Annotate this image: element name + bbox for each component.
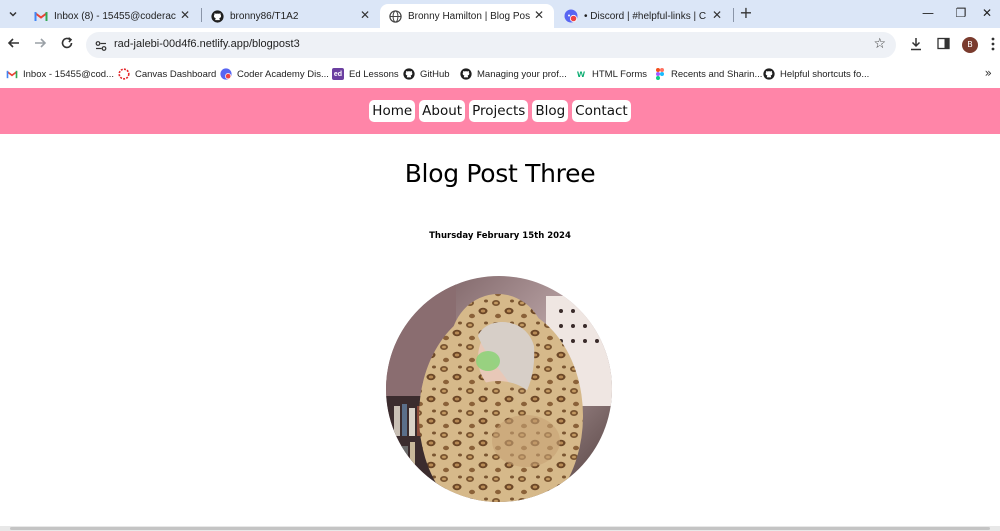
- browser-menu-button[interactable]: [988, 37, 998, 53]
- nav-link-blog[interactable]: Blog: [532, 100, 569, 122]
- bookmark-item[interactable]: ed Ed Lessons: [332, 66, 399, 82]
- bookmark-label: Canvas Dashboard: [135, 68, 217, 80]
- reload-button[interactable]: [58, 36, 76, 54]
- bookmark-item[interactable]: Recents and Sharin...: [654, 66, 762, 82]
- bookmark-label: Managing your prof...: [477, 68, 567, 80]
- url-text: rad-jalebi-00d4f6.netlify.app/blogpost3: [114, 38, 300, 50]
- browser-toolbar: rad-jalebi-00d4f6.netlify.app/blogpost3 …: [0, 28, 1000, 62]
- canvas-icon: [118, 68, 130, 80]
- back-button[interactable]: [5, 36, 23, 54]
- chevron-down-icon: [9, 11, 17, 17]
- bookmark-item[interactable]: Canvas Dashboard: [118, 66, 216, 82]
- github-icon: [403, 68, 415, 80]
- close-icon[interactable]: ✕: [532, 8, 546, 22]
- site-settings-icon[interactable]: [94, 38, 108, 52]
- github-icon: [210, 9, 224, 23]
- tab-gmail[interactable]: Inbox (8) - 15455@coderacade ✕: [26, 4, 200, 28]
- bookmark-label: Inbox - 15455@cod...: [23, 68, 114, 80]
- discord-icon: [220, 68, 232, 80]
- reload-icon: [61, 37, 73, 49]
- new-tab-button[interactable]: +: [738, 5, 754, 21]
- bookmark-item[interactable]: Helpful shortcuts fo...: [763, 66, 869, 82]
- post-photo: [386, 276, 612, 502]
- downloads-button[interactable]: [908, 37, 924, 53]
- bookmark-item[interactable]: Managing your prof...: [460, 66, 567, 82]
- nav-link-contact[interactable]: Contact: [572, 100, 631, 122]
- bookmarks-overflow-button[interactable]: »: [985, 66, 992, 80]
- profile-avatar[interactable]: B: [962, 37, 978, 53]
- tab-github[interactable]: bronny86/T1A2 ✕: [202, 4, 380, 28]
- bookmark-label: Recents and Sharin...: [671, 68, 763, 80]
- tab-title: bronny86/T1A2: [230, 10, 299, 22]
- more-vertical-icon: [991, 37, 995, 51]
- post-date: Thursday February 15th 2024: [429, 231, 571, 241]
- gmail-icon: [6, 68, 18, 80]
- browser-tab-strip: Inbox (8) - 15455@coderacade ✕ bronny86/…: [0, 0, 1000, 28]
- tab-discord[interactable]: • Discord | #helpful-links | Code ✕: [556, 4, 732, 28]
- github-icon: [460, 68, 472, 80]
- close-icon[interactable]: ✕: [710, 8, 724, 22]
- nav-link-projects[interactable]: Projects: [469, 100, 529, 122]
- bookmark-item[interactable]: w HTML Forms: [575, 66, 647, 82]
- tab-title: • Discord | #helpful-links | Code: [584, 10, 706, 22]
- bookmark-item[interactable]: Coder Academy Dis...: [220, 66, 329, 82]
- globe-icon: [388, 9, 402, 23]
- scrollbar-thumb[interactable]: [10, 527, 990, 530]
- gmail-icon: [34, 9, 48, 23]
- forward-button[interactable]: [31, 36, 49, 54]
- w3schools-icon: w: [577, 68, 585, 80]
- tab-separator: [733, 8, 734, 22]
- bookmark-item[interactable]: GitHub: [403, 66, 450, 82]
- minimize-button[interactable]: —: [913, 4, 943, 22]
- bookmark-label: HTML Forms: [592, 68, 648, 80]
- arrow-left-icon: [7, 38, 19, 48]
- nav-link-home[interactable]: Home: [369, 100, 416, 122]
- web-page: Home About Projects Blog Contact Blog Po…: [0, 86, 1000, 531]
- side-panel-icon: [936, 37, 950, 50]
- bookmark-label: Ed Lessons: [349, 68, 399, 80]
- tab-search-button[interactable]: [4, 5, 22, 23]
- ed-icon: ed: [332, 68, 344, 80]
- bookmark-label: Coder Academy Dis...: [237, 68, 329, 80]
- github-icon: [763, 68, 775, 80]
- site-navigation: Home About Projects Blog Contact: [0, 88, 1000, 134]
- close-icon[interactable]: ✕: [358, 8, 372, 22]
- tab-title: Bronny Hamilton | Blog Post: [408, 10, 530, 22]
- bookmark-label: Helpful shortcuts fo...: [780, 68, 870, 80]
- nav-link-about[interactable]: About: [419, 100, 466, 122]
- tab-title: Inbox (8) - 15455@coderacade: [54, 10, 176, 22]
- bookmarks-bar: Inbox - 15455@cod... Canvas Dashboard Co…: [0, 62, 1000, 86]
- horizontal-scrollbar[interactable]: [0, 526, 1000, 531]
- figma-icon: [654, 68, 666, 80]
- address-bar[interactable]: rad-jalebi-00d4f6.netlify.app/blogpost3 …: [86, 32, 896, 58]
- discord-icon: [564, 9, 578, 23]
- close-icon[interactable]: ✕: [178, 8, 192, 22]
- bookmark-item[interactable]: Inbox - 15455@cod...: [6, 66, 114, 82]
- download-icon: [911, 38, 921, 51]
- side-panel-button[interactable]: [935, 37, 951, 53]
- arrow-right-icon: [35, 38, 47, 48]
- post-title: Blog Post Three: [404, 159, 596, 188]
- bookmark-label: GitHub: [420, 68, 450, 80]
- close-window-button[interactable]: ✕: [972, 4, 1000, 22]
- bookmark-star-icon[interactable]: ☆: [873, 36, 886, 52]
- tab-blog-post[interactable]: Bronny Hamilton | Blog Post ✕: [380, 4, 554, 28]
